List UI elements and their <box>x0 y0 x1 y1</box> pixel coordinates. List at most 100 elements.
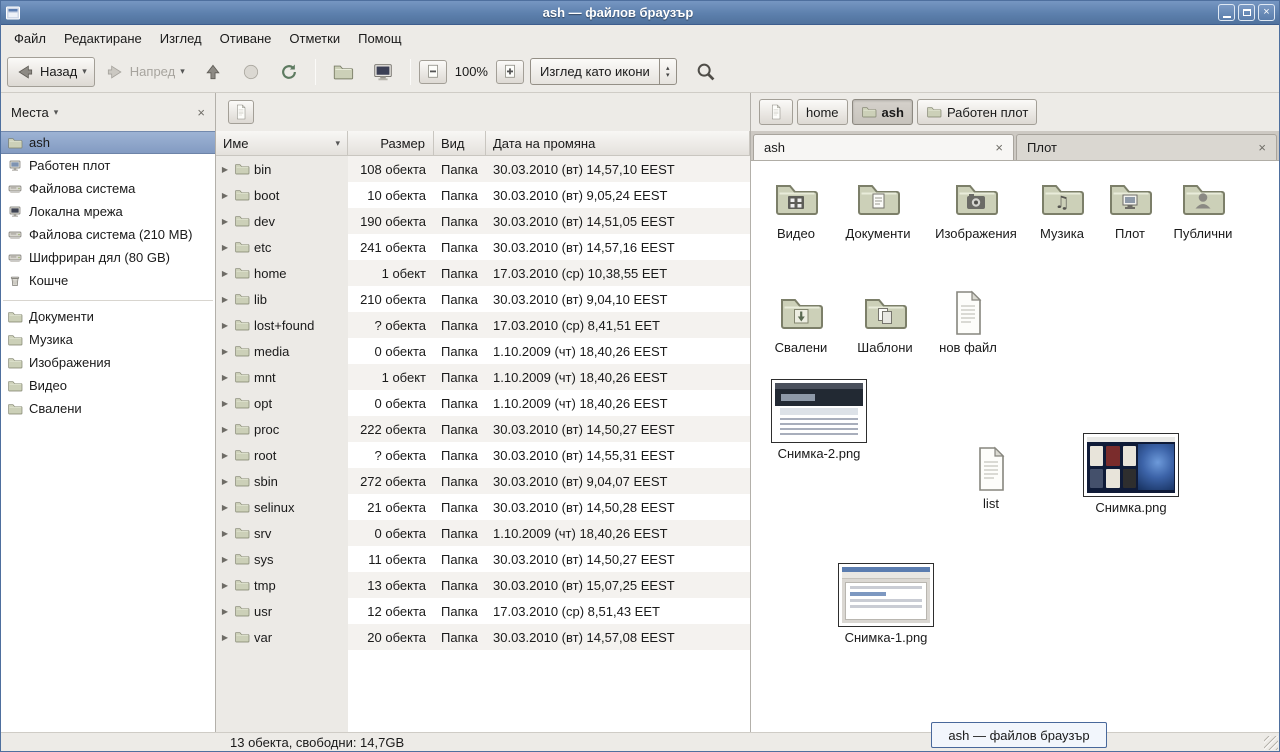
maximize-button[interactable] <box>1238 4 1255 21</box>
back-button[interactable]: Назад ▾ <box>7 57 95 87</box>
expander-icon[interactable]: ▶ <box>220 425 230 434</box>
close-button[interactable]: × <box>1258 4 1275 21</box>
icon-item[interactable]: Видео <box>751 175 841 241</box>
forward-history-chevron-icon[interactable]: ▾ <box>180 66 185 77</box>
tab-close-icon[interactable]: × <box>995 140 1003 155</box>
tab-close-icon[interactable]: × <box>1258 140 1266 155</box>
file-row[interactable]: ▶media0 обектаПапка1.10.2009 (чт) 18,40,… <box>216 338 750 364</box>
file-row[interactable]: ▶srv0 обектаПапка1.10.2009 (чт) 18,40,26… <box>216 520 750 546</box>
expander-icon[interactable]: ▶ <box>220 607 230 616</box>
file-row[interactable]: ▶var20 обектаПапка30.03.2010 (вт) 14,57,… <box>216 624 750 650</box>
sidebar-item[interactable]: ash <box>1 131 215 154</box>
column-header[interactable]: Вид <box>434 131 486 156</box>
file-row[interactable]: ▶sbin272 обектаПапка30.03.2010 (вт) 9,04… <box>216 468 750 494</box>
file-row[interactable]: ▶tmp13 обектаПапка30.03.2010 (вт) 15,07,… <box>216 572 750 598</box>
computer-button[interactable] <box>364 57 402 87</box>
icon-item[interactable]: нов файл <box>923 289 1013 355</box>
path-button[interactable] <box>759 99 793 125</box>
icon-item[interactable]: Снимка.png <box>1081 433 1181 515</box>
reload-button[interactable] <box>271 57 307 87</box>
sidebar-item[interactable]: Файлова система <box>1 177 215 200</box>
file-row[interactable]: ▶lost+found? обектаПапка17.03.2010 (ср) … <box>216 312 750 338</box>
expander-icon[interactable]: ▶ <box>220 269 230 278</box>
list-pane-location-button[interactable] <box>228 100 254 124</box>
sidebar-item[interactable]: Работен плот <box>1 154 215 177</box>
file-row[interactable]: ▶boot10 обектаПапка30.03.2010 (вт) 9,05,… <box>216 182 750 208</box>
sidebar-item[interactable]: Локална мрежа <box>1 200 215 223</box>
sidebar-item[interactable]: Кошче <box>1 269 215 292</box>
path-button[interactable]: home <box>797 99 848 125</box>
file-row[interactable]: ▶etc241 обектаПапка30.03.2010 (вт) 14,57… <box>216 234 750 260</box>
menu-item[interactable]: Файл <box>5 25 55 51</box>
file-row[interactable]: ▶usr12 обектаПапка17.03.2010 (ср) 8,51,4… <box>216 598 750 624</box>
expander-icon[interactable]: ▶ <box>220 503 230 512</box>
icon-item[interactable]: Документи <box>833 175 923 241</box>
stop-button[interactable] <box>233 57 269 87</box>
expander-icon[interactable]: ▶ <box>220 295 230 304</box>
forward-button[interactable]: Напред ▾ <box>97 57 193 87</box>
expander-icon[interactable]: ▶ <box>220 347 230 356</box>
column-header[interactable]: Дата на промяна <box>486 131 750 156</box>
expander-icon[interactable]: ▶ <box>220 165 230 174</box>
file-row[interactable]: ▶opt0 обектаПапка1.10.2009 (чт) 18,40,26… <box>216 390 750 416</box>
zoom-in-button[interactable] <box>496 60 524 84</box>
file-row[interactable]: ▶root? обектаПапка30.03.2010 (вт) 14,55,… <box>216 442 750 468</box>
sidebar-item[interactable]: Документи <box>1 305 215 328</box>
icon-item[interactable]: Снимка-2.png <box>769 379 869 461</box>
file-row[interactable]: ▶proc222 обектаПапка30.03.2010 (вт) 14,5… <box>216 416 750 442</box>
menu-item[interactable]: Отметки <box>280 25 349 51</box>
file-row[interactable]: ▶sys11 обектаПапка30.03.2010 (вт) 14,50,… <box>216 546 750 572</box>
icon-item[interactable]: Свалени <box>756 289 846 355</box>
column-header[interactable]: Име▾ <box>216 131 348 156</box>
expander-icon[interactable]: ▶ <box>220 373 230 382</box>
icon-item[interactable]: Изображения <box>931 175 1021 241</box>
file-row[interactable]: ▶home1 обектПапка17.03.2010 (ср) 10,38,5… <box>216 260 750 286</box>
icon-item[interactable]: Шаблони <box>840 289 930 355</box>
icon-canvas[interactable]: ВидеоДокументиИзображения♫МузикаПлотПубл… <box>751 160 1279 732</box>
menu-item[interactable]: Помощ <box>349 25 410 51</box>
icon-item[interactable]: Публични <box>1158 175 1248 241</box>
home-button[interactable] <box>324 57 362 87</box>
expander-icon[interactable]: ▶ <box>220 529 230 538</box>
resize-grip[interactable] <box>1264 736 1278 750</box>
menu-item[interactable]: Изглед <box>151 25 211 51</box>
sidebar-item[interactable]: Видео <box>1 374 215 397</box>
back-history-chevron-icon[interactable]: ▾ <box>82 66 87 77</box>
icon-item[interactable]: Снимка-1.png <box>836 563 936 645</box>
expander-icon[interactable]: ▶ <box>220 217 230 226</box>
menu-item[interactable]: Отиване <box>211 25 281 51</box>
sidebar-close-icon[interactable]: × <box>197 105 205 120</box>
title-bar[interactable]: ash — файлов браузър × <box>1 1 1279 25</box>
sidebar-combo-chevron-icon[interactable]: ▾ <box>54 107 59 118</box>
file-row[interactable]: ▶mnt1 обектПапка1.10.2009 (чт) 18,40,26 … <box>216 364 750 390</box>
up-button[interactable] <box>195 57 231 87</box>
column-header[interactable]: Размер <box>348 131 434 156</box>
minimize-button[interactable] <box>1218 4 1235 21</box>
search-button[interactable] <box>687 57 725 87</box>
path-button[interactable]: Работен плот <box>917 99 1037 125</box>
expander-icon[interactable]: ▶ <box>220 555 230 564</box>
expander-icon[interactable]: ▶ <box>220 581 230 590</box>
expander-icon[interactable]: ▶ <box>220 243 230 252</box>
sidebar-item[interactable]: Изображения <box>1 351 215 374</box>
tab[interactable]: ash× <box>753 134 1014 160</box>
expander-icon[interactable]: ▶ <box>220 321 230 330</box>
sidebar-item[interactable]: Свалени <box>1 397 215 420</box>
tab[interactable]: Плот× <box>1016 134 1277 160</box>
view-mode-combo[interactable]: Изглед като икони ▴▾ <box>530 58 677 85</box>
file-row[interactable]: ▶bin108 обектаПапка30.03.2010 (вт) 14,57… <box>216 156 750 182</box>
file-row[interactable]: ▶dev190 обектаПапка30.03.2010 (вт) 14,51… <box>216 208 750 234</box>
file-row[interactable]: ▶selinux21 обектаПапка30.03.2010 (вт) 14… <box>216 494 750 520</box>
zoom-out-button[interactable] <box>419 60 447 84</box>
file-row[interactable]: ▶lib210 обектаПапка30.03.2010 (вт) 9,04,… <box>216 286 750 312</box>
sidebar-title[interactable]: Места <box>11 105 49 120</box>
expander-icon[interactable]: ▶ <box>220 191 230 200</box>
icon-item[interactable]: list <box>946 445 1036 511</box>
sidebar-item[interactable]: Шифриран дял (80 GB) <box>1 246 215 269</box>
expander-icon[interactable]: ▶ <box>220 399 230 408</box>
combo-spinner-icon[interactable]: ▴▾ <box>659 59 676 84</box>
sidebar-item[interactable]: Музика <box>1 328 215 351</box>
expander-icon[interactable]: ▶ <box>220 477 230 486</box>
path-button[interactable]: ash <box>852 99 913 125</box>
menu-item[interactable]: Редактиране <box>55 25 151 51</box>
